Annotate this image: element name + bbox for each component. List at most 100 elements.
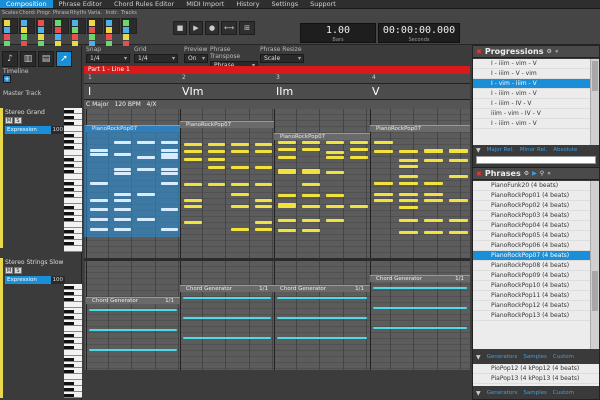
phrases-scrollbar[interactable] xyxy=(590,181,599,349)
midi-note[interactable] xyxy=(113,208,131,211)
stop-icon[interactable]: ■ xyxy=(173,21,187,35)
list-item[interactable]: I - iiim - vim - V xyxy=(473,59,590,69)
mute-button[interactable]: M xyxy=(5,117,13,124)
midi-note[interactable] xyxy=(350,148,368,151)
midi-note[interactable] xyxy=(231,150,249,153)
midi-note[interactable] xyxy=(399,175,418,178)
midi-note[interactable] xyxy=(424,150,443,153)
midi-note[interactable] xyxy=(277,337,367,339)
phrase-block-header[interactable]: PianoRockPop07 xyxy=(370,125,470,132)
midi-note[interactable] xyxy=(278,219,296,222)
chord-symbol[interactable]: VIm xyxy=(182,85,203,98)
tab-custom[interactable]: Custom xyxy=(553,354,574,360)
list-item[interactable]: iiim - vim - IV - V xyxy=(473,109,590,119)
phrase-block-header[interactable]: PianoRockPop07 xyxy=(86,125,180,132)
midi-note[interactable] xyxy=(137,218,155,221)
tab-minor-rel-[interactable]: Minor Rel. xyxy=(520,147,547,153)
midi-note[interactable] xyxy=(449,150,468,153)
midi-note[interactable] xyxy=(113,228,131,231)
midi-note[interactable] xyxy=(278,148,296,151)
midi-note[interactable] xyxy=(374,182,393,185)
midi-note[interactable] xyxy=(90,153,108,156)
phrases-list[interactable]: PianoFunk20 (4 beats) PianoRockPop01 (4 b… xyxy=(473,181,590,349)
record-icon[interactable]: ● xyxy=(205,21,219,35)
piano-roll-track-2[interactable]: Chord Generator 1/1 Chord Generator 1/1 Chor… xyxy=(84,261,470,370)
solo-button[interactable]: S xyxy=(14,267,22,274)
filter-icon[interactable]: ▼ xyxy=(476,390,481,397)
midi-note[interactable] xyxy=(207,150,225,153)
tab-custom[interactable]: Custom xyxy=(553,390,574,396)
midi-note[interactable] xyxy=(254,183,272,186)
midi-note[interactable] xyxy=(89,329,177,331)
midi-note[interactable] xyxy=(184,158,202,161)
midi-note[interactable] xyxy=(350,156,368,159)
midi-note[interactable] xyxy=(350,205,368,208)
tab-generators[interactable]: Generators xyxy=(487,354,518,360)
chord-generator-block[interactable]: Chord Generator 1/1 xyxy=(370,275,470,282)
preview-select[interactable]: On xyxy=(184,54,208,63)
midi-note[interactable] xyxy=(113,193,131,196)
midi-note[interactable] xyxy=(160,153,178,156)
list-item[interactable]: PiaPop13 (4 kPop13 (4 beats) xyxy=(473,374,599,384)
progressions-filter-input[interactable] xyxy=(476,156,596,164)
menu-support[interactable]: Support xyxy=(304,0,342,8)
midi-note[interactable] xyxy=(449,175,468,178)
midi-note[interactable] xyxy=(90,149,108,152)
midi-note[interactable] xyxy=(183,317,271,319)
list-item[interactable]: PianoRockPop11 (4 beats) xyxy=(473,291,590,301)
rhythm-icon[interactable] xyxy=(70,18,86,47)
add-track-icon[interactable]: + xyxy=(3,75,11,83)
midi-note[interactable] xyxy=(160,168,178,171)
snap-select[interactable]: 1/4 xyxy=(86,54,130,63)
midi-note[interactable] xyxy=(399,206,418,209)
midi-note[interactable] xyxy=(183,337,271,339)
midi-note[interactable] xyxy=(399,219,418,222)
midi-note[interactable] xyxy=(374,193,393,196)
midi-note[interactable] xyxy=(424,159,443,162)
tracks-icon[interactable] xyxy=(121,18,137,47)
collapse-icon[interactable]: « xyxy=(547,170,551,177)
midi-note[interactable] xyxy=(302,219,320,222)
midi-note[interactable] xyxy=(207,183,225,186)
midi-note[interactable] xyxy=(254,143,272,146)
chord-symbol[interactable]: V xyxy=(372,85,380,98)
midi-note[interactable] xyxy=(399,231,418,234)
midi-note[interactable] xyxy=(373,287,467,289)
menu-midi-import[interactable]: MIDI Import xyxy=(180,0,230,8)
midi-note[interactable] xyxy=(399,199,418,202)
midi-note[interactable] xyxy=(399,182,418,185)
midi-note[interactable] xyxy=(89,309,177,311)
midi-note[interactable] xyxy=(424,219,443,222)
midi-note[interactable] xyxy=(184,150,202,153)
list-item[interactable]: PianoFunk20 (4 beats) xyxy=(473,181,590,191)
midi-note[interactable] xyxy=(302,183,320,186)
play-icon[interactable]: ▶ xyxy=(189,21,203,35)
midi-note[interactable] xyxy=(160,156,178,159)
midi-note[interactable] xyxy=(160,149,178,152)
keyboard-view-icon[interactable]: ▥ xyxy=(20,51,36,67)
grid-select[interactable]: 1/4 xyxy=(134,54,178,63)
midi-note[interactable] xyxy=(302,141,320,144)
midi-note[interactable] xyxy=(254,221,272,224)
midi-note[interactable] xyxy=(254,205,272,208)
midi-note[interactable] xyxy=(302,205,320,208)
metronome-icon[interactable]: ⊞ xyxy=(239,21,255,35)
variations-icon[interactable] xyxy=(87,18,103,47)
midi-note[interactable] xyxy=(278,141,296,144)
midi-note[interactable] xyxy=(449,199,468,202)
midi-note[interactable] xyxy=(326,156,344,159)
midi-note[interactable] xyxy=(113,141,131,144)
midi-note[interactable] xyxy=(326,151,344,154)
midi-note[interactable] xyxy=(231,183,249,186)
midi-note[interactable] xyxy=(231,193,249,196)
midi-note[interactable] xyxy=(373,327,467,329)
resize-select[interactable]: Scale xyxy=(260,54,304,63)
midi-note[interactable] xyxy=(277,317,367,319)
midi-note[interactable] xyxy=(399,165,418,168)
list-item[interactable]: PianoRockPop05 (4 beats) xyxy=(473,231,590,241)
midi-note[interactable] xyxy=(326,141,344,144)
midi-note[interactable] xyxy=(373,307,467,309)
chord-row[interactable]: I VIm IIm V xyxy=(84,84,470,100)
midi-note[interactable] xyxy=(90,199,108,202)
phrases-icon[interactable] xyxy=(53,18,69,47)
